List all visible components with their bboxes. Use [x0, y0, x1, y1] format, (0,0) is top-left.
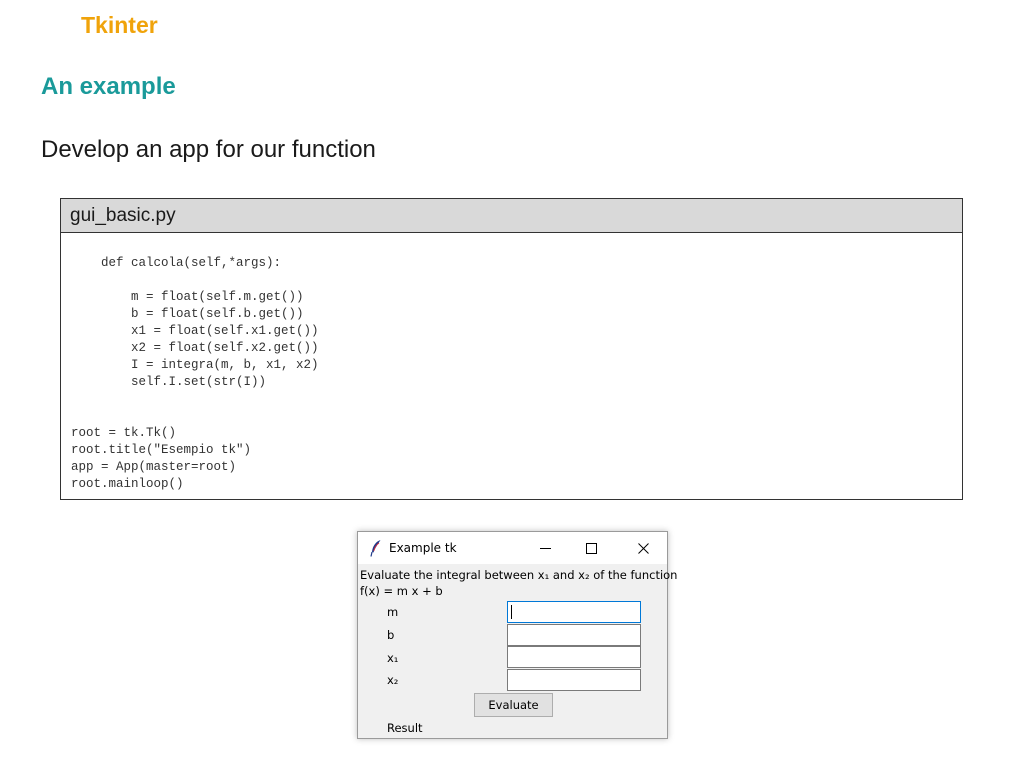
- field-label-b: b: [387, 628, 395, 642]
- slide-subtitle: Develop an app for our function: [41, 136, 376, 163]
- x1-input[interactable]: [507, 646, 641, 668]
- code-filename: gui_basic.py: [61, 199, 962, 233]
- window-titlebar[interactable]: Example tk: [358, 532, 667, 564]
- close-button[interactable]: [620, 532, 666, 564]
- code-box: gui_basic.py def calcola(self,*args): m …: [60, 198, 963, 500]
- text-caret: [511, 605, 512, 619]
- b-input[interactable]: [507, 624, 641, 646]
- result-label: Result: [387, 721, 423, 735]
- slide-title: An example: [41, 73, 176, 100]
- field-label-m: m: [387, 605, 399, 619]
- maximize-button[interactable]: [568, 532, 614, 564]
- description-line-2: f(x) = m x + b: [360, 584, 443, 598]
- tk-window: Example tk Evaluate the integral between…: [357, 531, 677, 739]
- maximize-icon: [585, 542, 597, 554]
- code-listing: def calcola(self,*args): m = float(self.…: [71, 256, 319, 491]
- minimize-button[interactable]: [522, 532, 568, 564]
- x2-input[interactable]: [507, 669, 641, 691]
- m-input[interactable]: [507, 601, 641, 623]
- description-line-1: Evaluate the integral between x₁ and x₂ …: [360, 568, 678, 582]
- window-title: Example tk: [389, 541, 457, 555]
- field-label-x2: x₂: [387, 673, 399, 687]
- field-label-x1: x₁: [387, 651, 399, 665]
- tk-feather-icon: [370, 540, 381, 557]
- minimize-icon: [539, 547, 551, 549]
- close-icon: [637, 542, 649, 554]
- slide-header: Tkinter: [81, 12, 158, 38]
- evaluate-button[interactable]: Evaluate: [474, 693, 553, 717]
